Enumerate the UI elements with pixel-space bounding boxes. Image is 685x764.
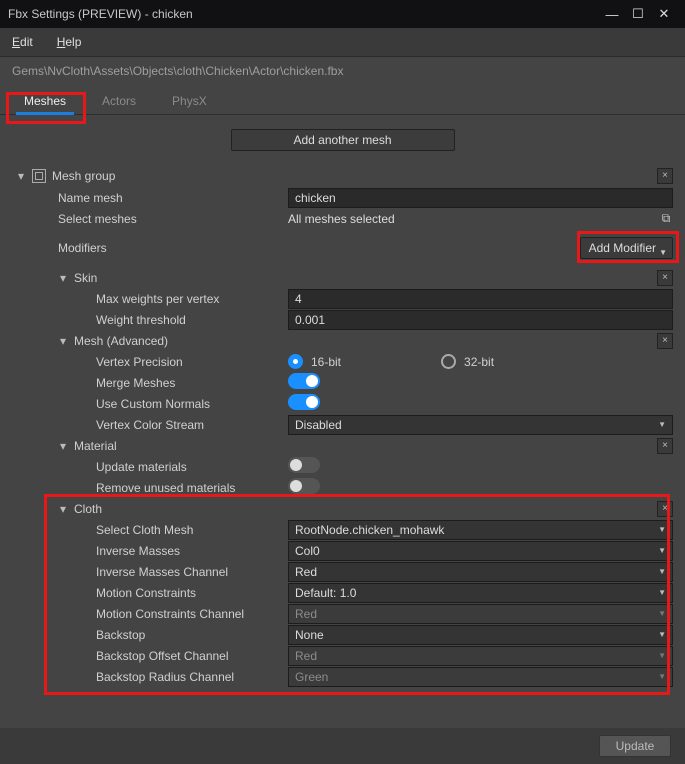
max-weights-label: Max weights per vertex <box>12 292 288 306</box>
caret-icon[interactable]: ▾ <box>60 439 70 453</box>
select-meshes-label: Select meshes <box>12 212 288 226</box>
remove-unused-label: Remove unused materials <box>12 481 288 495</box>
inverse-masses-channel-value: Red <box>295 563 317 581</box>
caret-icon[interactable]: ▾ <box>60 271 70 285</box>
select-cloth-mesh-value: RootNode.chicken_mohawk <box>295 521 444 539</box>
inverse-masses-value: Col0 <box>295 542 320 560</box>
backstop-radius-channel-label: Backstop Radius Channel <box>12 670 288 684</box>
motion-constraints-channel-select: Red <box>288 604 673 624</box>
motion-constraints-channel-value: Red <box>295 605 317 623</box>
motion-constraints-value: Default: 1.0 <box>295 584 356 602</box>
close-window-button[interactable]: ✕ <box>651 6 677 22</box>
backstop-offset-channel-select: Red <box>288 646 673 666</box>
footer: Update <box>0 728 685 764</box>
add-modifier-button[interactable]: Add Modifier <box>580 237 673 259</box>
inverse-masses-label: Inverse Masses <box>12 544 288 558</box>
skin-header-row: ▾ Skin × <box>12 267 673 288</box>
titlebar: Fbx Settings (PREVIEW) - chicken — ☐ ✕ <box>0 0 685 28</box>
remove-material-button[interactable]: × <box>657 438 673 454</box>
backstop-value: None <box>295 626 324 644</box>
radio-dot-icon <box>441 354 456 369</box>
cloth-header-row: ▾ Cloth × <box>12 498 673 519</box>
skin-header: Skin <box>74 271 97 285</box>
vertex-color-stream-value: Disabled <box>295 416 342 434</box>
backstop-offset-channel-label: Backstop Offset Channel <box>12 649 288 663</box>
backstop-offset-channel-value: Red <box>295 647 317 665</box>
add-another-mesh-button[interactable]: Add another mesh <box>231 129 455 151</box>
remove-cloth-button[interactable]: × <box>657 501 673 517</box>
minimize-button[interactable]: — <box>599 7 625 22</box>
remove-mesh-adv-button[interactable]: × <box>657 333 673 349</box>
select-cloth-mesh-label: Select Cloth Mesh <box>12 523 288 537</box>
mesh-group-icon <box>32 169 46 183</box>
tabbar: Meshes Actors PhysX <box>0 85 685 115</box>
mesh-adv-header-row: ▾ Mesh (Advanced) × <box>12 330 673 351</box>
motion-constraints-select[interactable]: Default: 1.0 <box>288 583 673 603</box>
backstop-radius-channel-select: Green <box>288 667 673 687</box>
select-meshes-value: All meshes selected <box>288 212 655 226</box>
caret-icon[interactable]: ▾ <box>60 502 70 516</box>
motion-constraints-label: Motion Constraints <box>12 586 288 600</box>
mesh-group-header: ▾ Mesh group × <box>12 165 673 186</box>
menu-edit[interactable]: Edit <box>12 35 33 49</box>
tab-physx[interactable]: PhysX <box>154 88 225 114</box>
menu-help[interactable]: Help <box>57 35 82 49</box>
material-header-row: ▾ Material × <box>12 435 673 456</box>
backstop-label: Backstop <box>12 628 288 642</box>
merge-meshes-label: Merge Meshes <box>12 376 288 390</box>
inverse-masses-select[interactable]: Col0 <box>288 541 673 561</box>
vertex-color-stream-label: Vertex Color Stream <box>12 418 288 432</box>
tab-meshes[interactable]: Meshes <box>6 88 84 114</box>
update-materials-toggle[interactable] <box>288 457 320 473</box>
cloth-header: Cloth <box>74 502 102 516</box>
merge-meshes-toggle[interactable] <box>288 373 320 389</box>
radio-32bit[interactable]: 32-bit <box>441 354 494 369</box>
remove-mesh-group-button[interactable]: × <box>657 168 673 184</box>
remove-unused-toggle[interactable] <box>288 478 320 494</box>
radio-dot-icon <box>288 354 303 369</box>
update-button[interactable]: Update <box>599 735 671 757</box>
file-path: Gems\NvCloth\Assets\Objects\cloth\Chicke… <box>0 57 685 85</box>
radio-16bit-label: 16-bit <box>311 355 341 369</box>
radio-16bit[interactable]: 16-bit <box>288 354 341 369</box>
window-title: Fbx Settings (PREVIEW) - chicken <box>8 7 599 21</box>
caret-icon[interactable]: ▾ <box>18 169 28 183</box>
select-cloth-mesh-select[interactable]: RootNode.chicken_mohawk <box>288 520 673 540</box>
maximize-button[interactable]: ☐ <box>625 6 651 22</box>
update-materials-label: Update materials <box>12 460 288 474</box>
max-weights-input[interactable]: 4 <box>288 289 673 309</box>
caret-icon[interactable]: ▾ <box>60 334 70 348</box>
modifiers-label: Modifiers <box>12 241 288 255</box>
body: Add another mesh ▾ Mesh group × Name mes… <box>0 115 685 728</box>
motion-constraints-channel-label: Motion Constraints Channel <box>12 607 288 621</box>
mesh-adv-header: Mesh (Advanced) <box>74 334 168 348</box>
inverse-masses-channel-select[interactable]: Red <box>288 562 673 582</box>
name-mesh-label: Name mesh <box>12 191 288 205</box>
tab-actors[interactable]: Actors <box>84 88 154 114</box>
menubar: Edit Help <box>0 28 685 57</box>
use-custom-normals-label: Use Custom Normals <box>12 397 288 411</box>
radio-32bit-label: 32-bit <box>464 355 494 369</box>
name-mesh-input[interactable]: chicken <box>288 188 673 208</box>
vertex-color-stream-select[interactable]: Disabled <box>288 415 673 435</box>
weight-threshold-label: Weight threshold <box>12 313 288 327</box>
mesh-group-label: Mesh group <box>52 169 115 183</box>
hierarchy-icon[interactable]: ⧉ <box>659 211 673 226</box>
inverse-masses-channel-label: Inverse Masses Channel <box>12 565 288 579</box>
use-custom-normals-toggle[interactable] <box>288 394 320 410</box>
material-header: Material <box>74 439 117 453</box>
remove-skin-button[interactable]: × <box>657 270 673 286</box>
vertex-precision-label: Vertex Precision <box>12 355 288 369</box>
backstop-radius-channel-value: Green <box>295 668 328 686</box>
backstop-select[interactable]: None <box>288 625 673 645</box>
weight-threshold-input[interactable]: 0.001 <box>288 310 673 330</box>
